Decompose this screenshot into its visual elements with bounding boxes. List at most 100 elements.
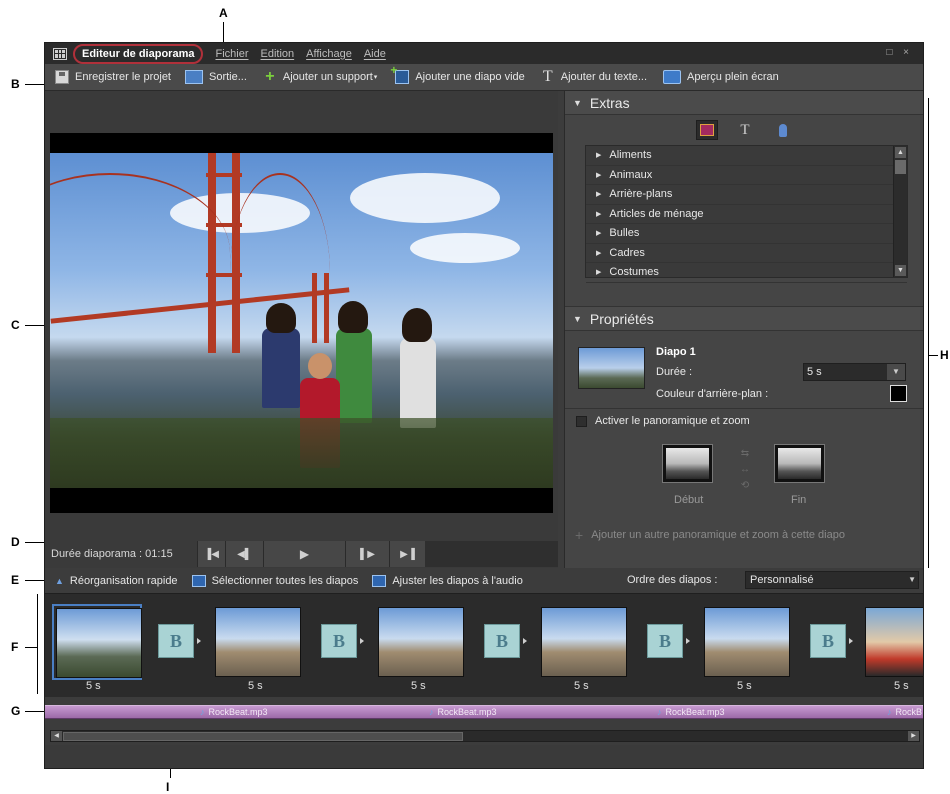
collapse-icon: ▼ (573, 97, 582, 108)
scroll-thumb[interactable] (63, 732, 463, 741)
slide-duration[interactable]: 5 s (574, 680, 589, 692)
output-button[interactable]: Sortie... (185, 70, 247, 84)
menu-aide[interactable]: Aide (364, 48, 386, 60)
audio-clip[interactable]: ♪ RockBeat.mp3 (429, 707, 497, 717)
callout-f-bracket (37, 594, 38, 694)
play-icon: ▶ (299, 547, 310, 561)
callout-h: H (940, 348, 949, 362)
slide-thumbnail[interactable] (541, 607, 627, 677)
next-slide-button[interactable]: ▌▶ (345, 541, 389, 567)
extras-properties-panel: ▼ Extras T ▶ Aliments ▶ Animaux ▶ Arrière-p… (564, 91, 923, 568)
first-slide-button[interactable]: ▐◀ (197, 541, 225, 567)
transition-icon[interactable]: B (484, 624, 520, 658)
tab-text[interactable]: T (734, 120, 756, 140)
slide-duration[interactable]: 5 s (737, 680, 752, 692)
audio-clip[interactable]: ♪ RockB (887, 707, 922, 717)
category-item[interactable]: ▶ Costumes (586, 263, 907, 283)
scroll-up-icon[interactable]: ▲ (895, 147, 906, 158)
properties-title: Propriétés (589, 310, 654, 327)
panzoom-end-thumb[interactable] (774, 444, 825, 483)
slide-duration[interactable]: 5 s (86, 680, 101, 692)
expand-icon: ▶ (596, 230, 602, 238)
quick-reorder-button[interactable]: ▲ Réorganisation rapide (55, 575, 178, 587)
tab-graphics[interactable] (696, 120, 718, 140)
audio-clip[interactable]: ♪ RockBeat.mp3 (657, 707, 725, 717)
menu-edition[interactable]: Edition (261, 48, 295, 60)
music-note-icon: ♪ (657, 707, 662, 717)
slide-duration[interactable]: 5 s (248, 680, 263, 692)
play-button[interactable]: ▶ (263, 541, 345, 567)
slide-duration[interactable]: 5 s (411, 680, 426, 692)
transition-icon[interactable]: B (810, 624, 846, 658)
callout-f: F (11, 640, 19, 654)
last-icon: ▶▐ (400, 548, 415, 560)
callout-d: D (11, 535, 20, 549)
scroll-track[interactable]: ◀ ▶ (50, 730, 920, 742)
text-icon: T (542, 68, 553, 85)
slide-thumbnail[interactable] (704, 607, 790, 677)
add-blank-slide-button[interactable]: Ajouter une diapo vide (390, 63, 525, 84)
duration-select[interactable]: 5 s ▼ (803, 363, 906, 381)
app-title: Editeur de diaporama (73, 43, 204, 64)
callout-i: I (166, 780, 170, 794)
save-project-button[interactable]: Enregistrer le projet (55, 70, 171, 84)
select-all-label: Sélectionner toutes les diapos (211, 574, 359, 587)
extras-header[interactable]: ▼ Extras (565, 91, 923, 115)
slide-order-value: Personnalisé (750, 574, 814, 586)
prev-frame-icon: ◀▌ (237, 548, 252, 560)
panzoom-start-thumb[interactable] (662, 444, 713, 483)
panzoom-start-label: Début (674, 494, 704, 506)
category-item[interactable]: ▶ Cadres (586, 244, 907, 263)
transition-icon[interactable]: B (321, 624, 357, 658)
fullscreen-preview-button[interactable]: Aperçu plein écran (663, 70, 779, 84)
extras-title: Extras (589, 94, 630, 111)
toolbar: Enregistrer le projet Sortie... + Ajoute… (45, 63, 923, 91)
slide-thumbnail[interactable] (215, 607, 301, 677)
add-media-button[interactable]: + Ajouter un support ▾ (263, 69, 377, 85)
scroll-left-icon[interactable]: ◀ (51, 731, 62, 741)
category-item[interactable]: ▶ Animaux (586, 166, 907, 185)
category-item[interactable]: ▶ Arrière-plans (586, 185, 907, 205)
menu-affichage[interactable]: Affichage (306, 48, 352, 60)
slide-thumbnail[interactable] (378, 607, 464, 677)
last-slide-button[interactable]: ▶▐ (389, 541, 425, 567)
scroll-right-icon[interactable]: ▶ (908, 731, 919, 741)
category-item[interactable]: ▶ Bulles (586, 224, 907, 244)
previous-slide-button[interactable]: ◀▌ (225, 541, 263, 567)
transition-arrow-icon (686, 638, 690, 644)
add-slide-icon (390, 63, 410, 84)
tab-narration[interactable] (772, 120, 794, 140)
add-text-button[interactable]: T Ajouter du texte... (541, 68, 647, 85)
preview-area: Durée diaporama : 01:15 ▐◀ ◀▌ ▶ ▌▶ ▶▐ (45, 91, 558, 591)
collapse-icon: ▼ (573, 313, 582, 324)
expand-icon: ▶ (596, 152, 602, 160)
menu-fichier[interactable]: Fichier (215, 48, 248, 60)
properties-header[interactable]: ▼ Propriétés (565, 307, 923, 331)
add-panzoom-button[interactable]: + Ajouter un autre panoramique et zoom à… (575, 527, 845, 543)
expand-icon: ▶ (596, 249, 602, 257)
audio-clip[interactable]: ♪ RockBeat.mp3 (200, 707, 268, 717)
bg-color-swatch[interactable] (890, 385, 907, 402)
expand-icon: ▶ (596, 191, 602, 199)
add-blank-slide-label: Ajouter une diapo vide (415, 71, 525, 83)
transition-icon[interactable]: B (647, 624, 683, 658)
category-item[interactable]: ▶ Articles de ménage (586, 205, 907, 224)
callout-b: B (11, 77, 20, 91)
scroll-thumb[interactable] (895, 160, 906, 174)
transition-icon[interactable]: B (158, 624, 194, 658)
panzoom-checkbox[interactable] (576, 416, 587, 427)
fit-to-audio-button[interactable]: Ajuster les diapos à l'audio (372, 574, 523, 587)
category-scrollbar[interactable]: ▲ ▼ (893, 146, 907, 277)
select-all-slides-button[interactable]: Sélectionner toutes les diapos (191, 574, 359, 587)
slide-thumbnail[interactable] (865, 607, 923, 677)
category-item[interactable]: ▶ Aliments (586, 146, 907, 166)
slide-duration[interactable]: 5 s (894, 680, 909, 692)
slide-order-select[interactable]: Personnalisé ▼ (745, 571, 919, 589)
scroll-down-icon[interactable]: ▼ (895, 265, 906, 276)
timeline-scrollbar: ◀ ▶ (45, 727, 923, 743)
output-label: Sortie... (209, 71, 247, 83)
panzoom-end-label: Fin (791, 494, 807, 506)
slide-thumbnail[interactable] (52, 604, 142, 680)
audio-track[interactable]: ♪ RockBeat.mp3 ♪ RockBeat.mp3 ♪ RockBeat.mp… (45, 705, 923, 719)
window-controls[interactable]: □ × (886, 47, 913, 58)
